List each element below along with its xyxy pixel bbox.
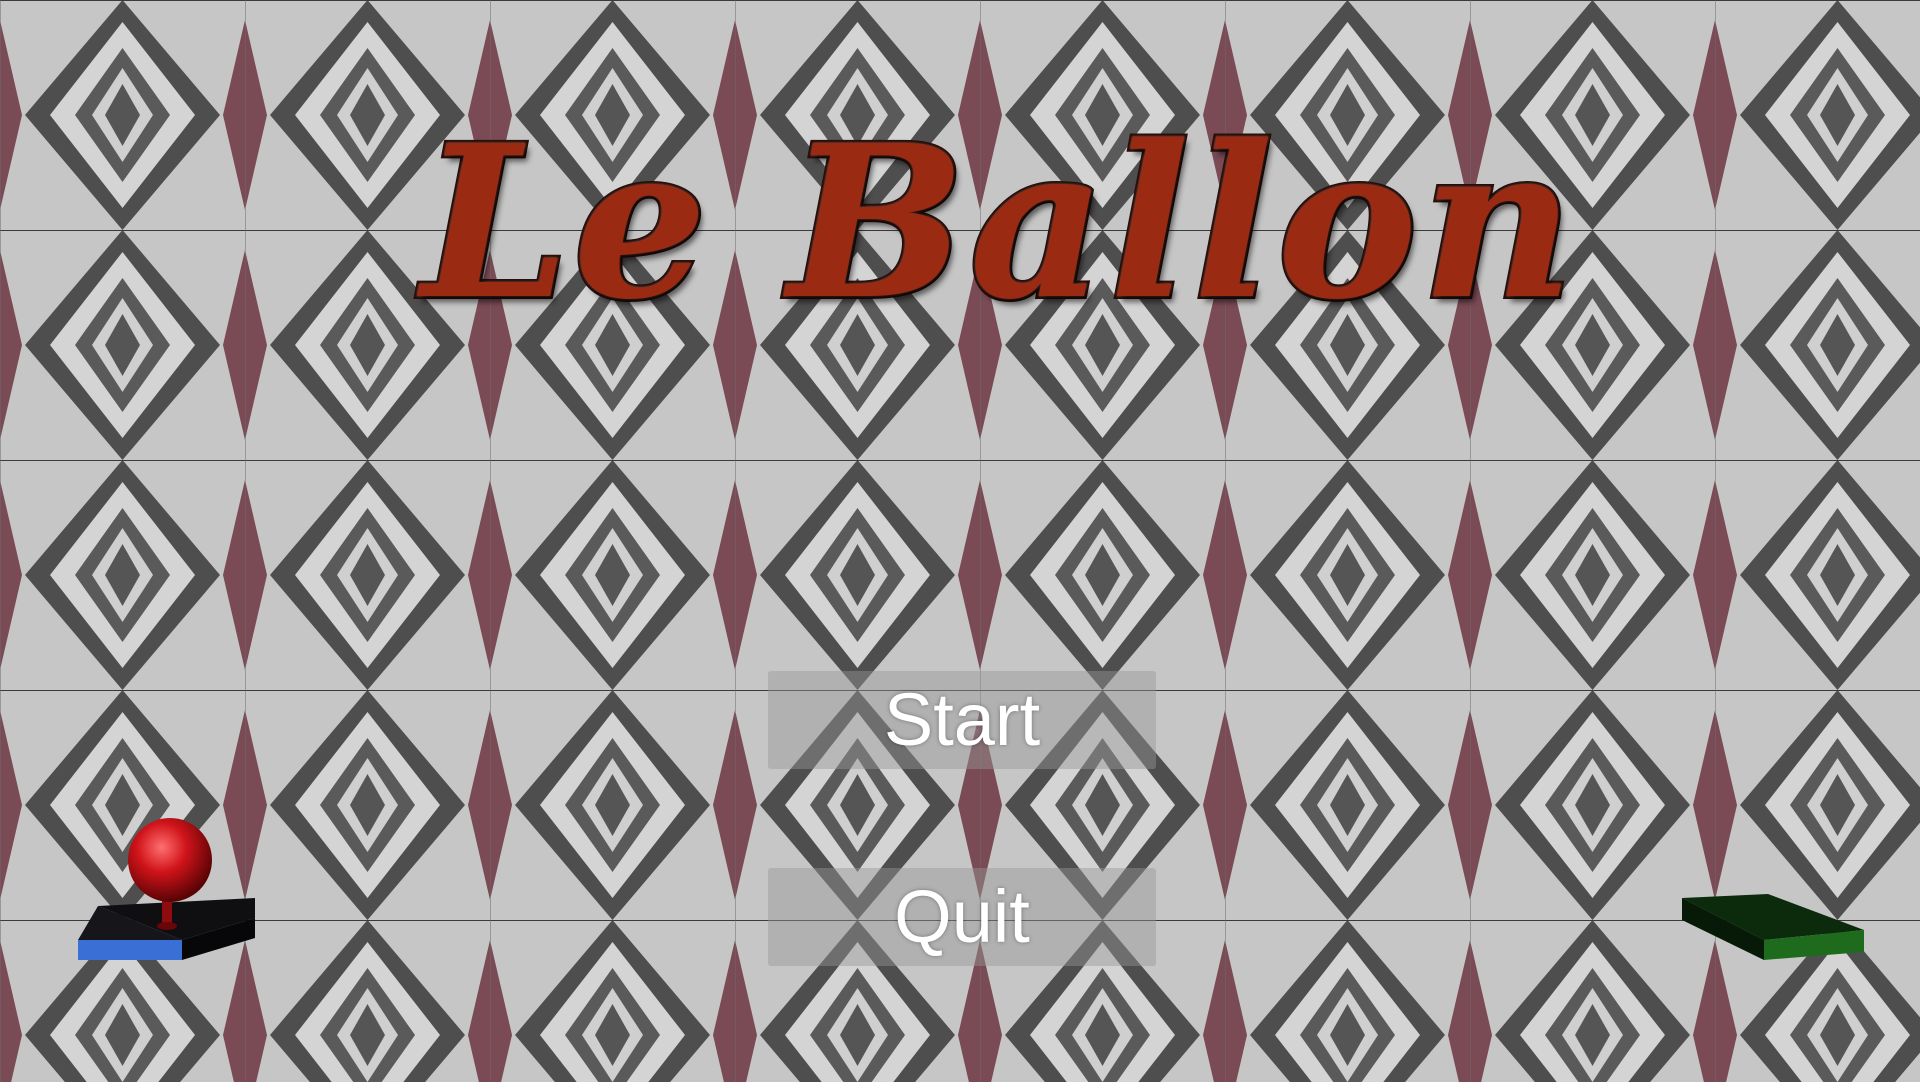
green-platform-icon <box>1682 894 1864 960</box>
goal-platform <box>1682 894 1864 960</box>
start-platform-with-ball <box>78 818 255 960</box>
quit-button[interactable]: Quit <box>768 868 1156 966</box>
start-button[interactable]: Start <box>768 671 1156 769</box>
main-menu-screen: Le Ballon Start Quit <box>0 0 1920 1082</box>
